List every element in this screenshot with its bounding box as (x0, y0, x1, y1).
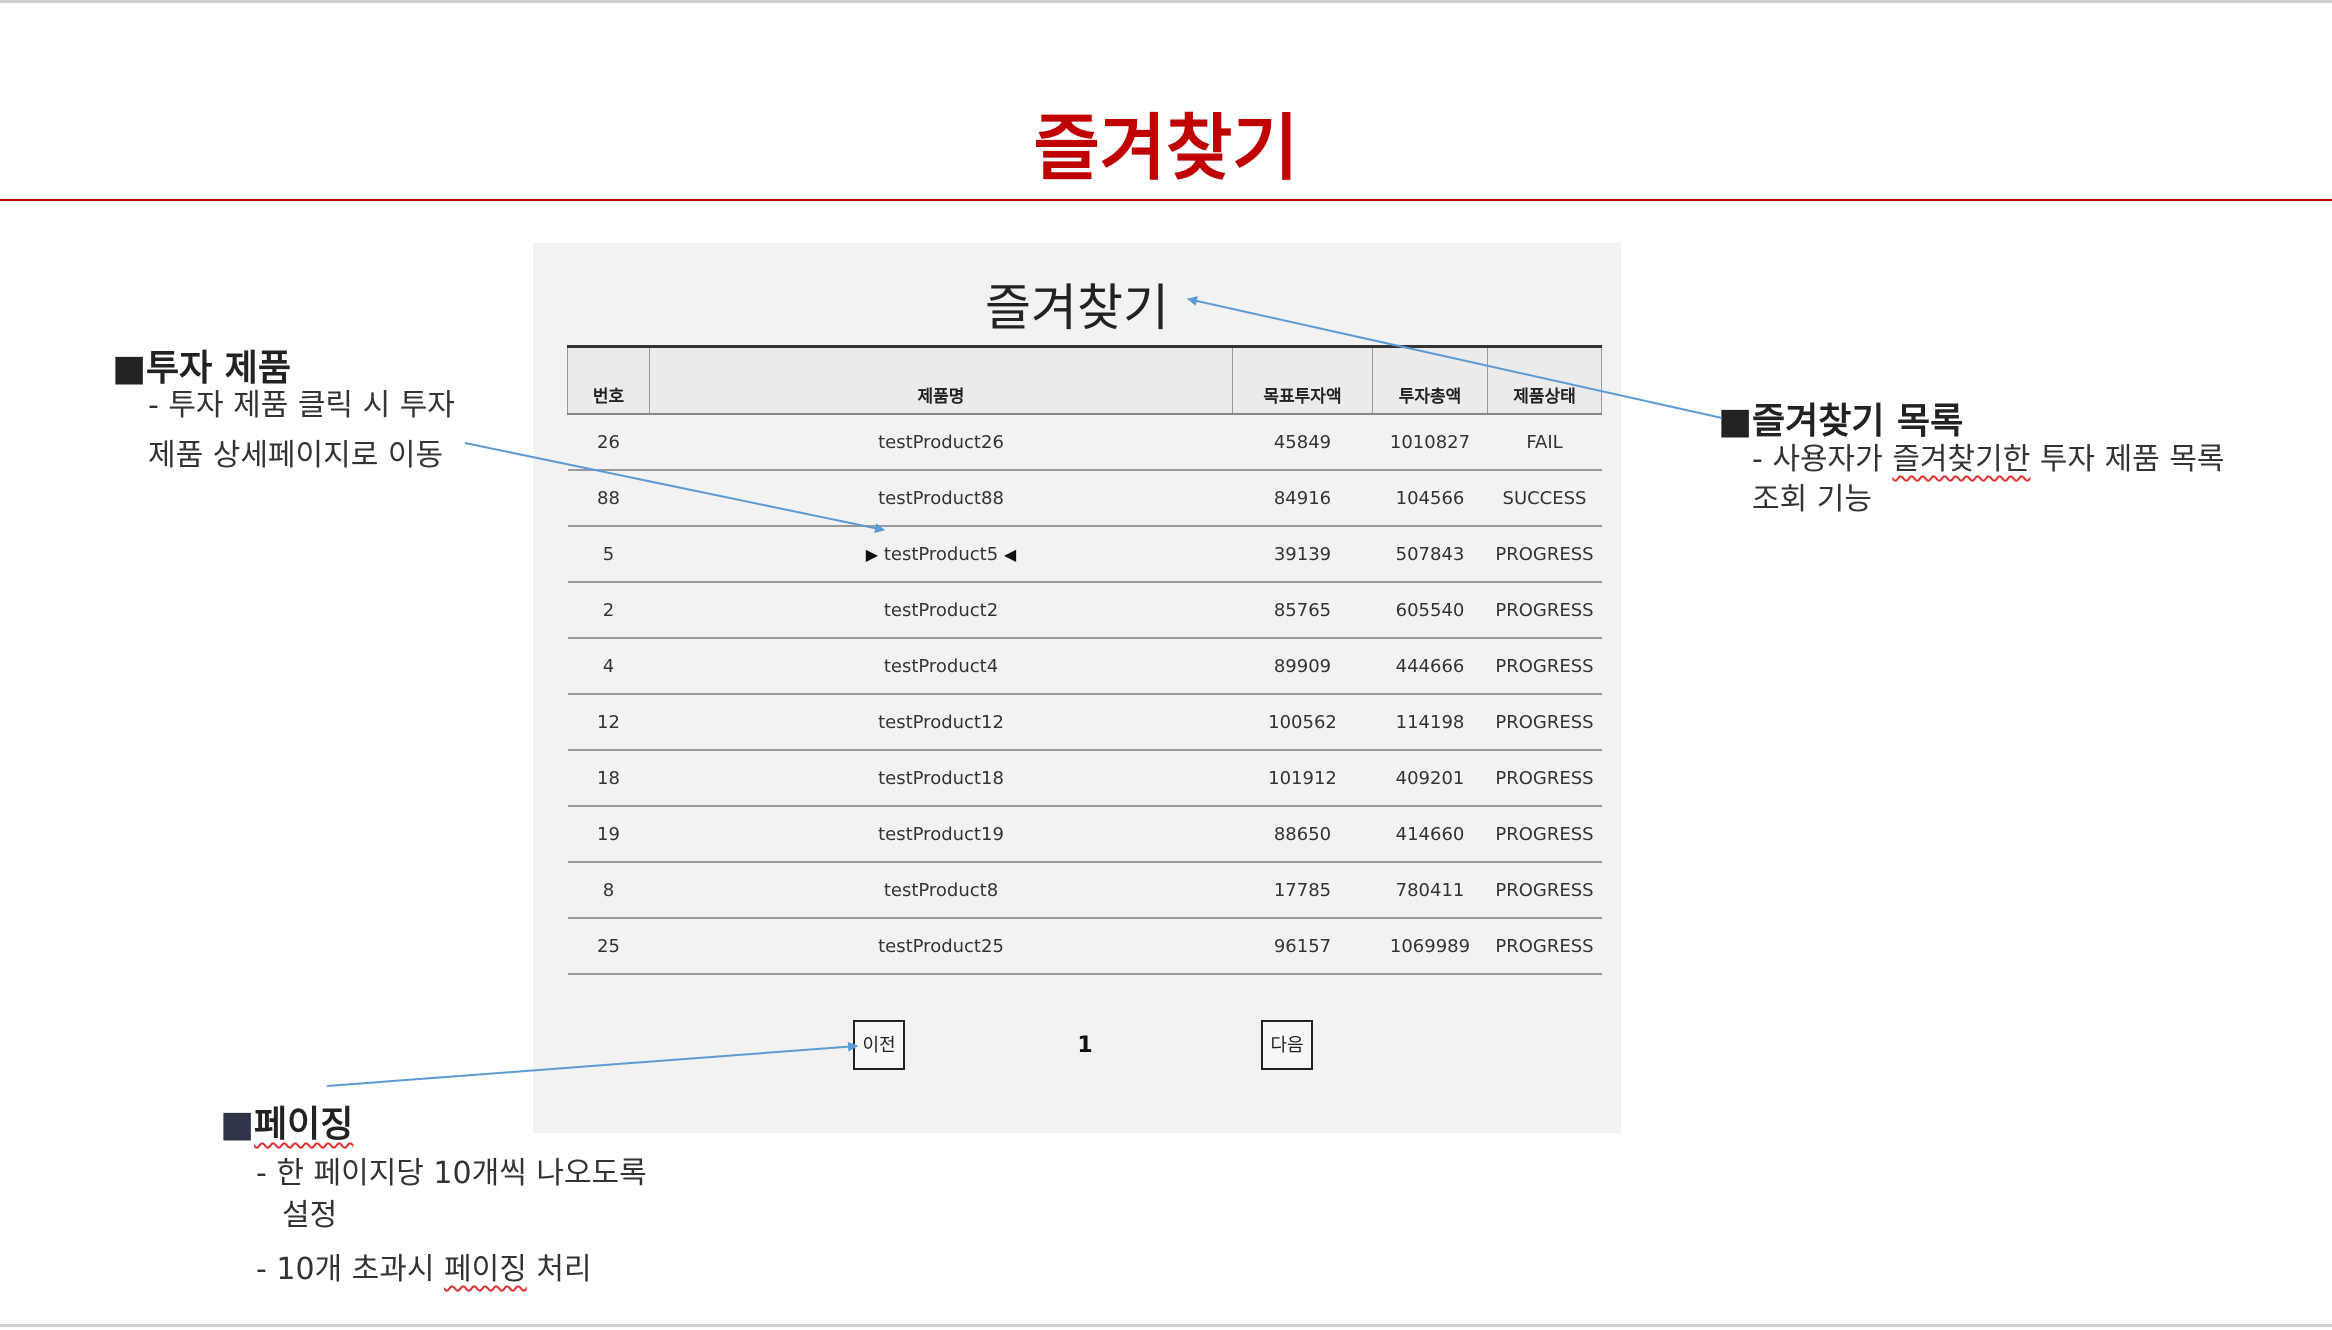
slide: 즐겨찾기 즐겨찾기 번호 제품명 목표투자액 투자총액 제품상태 26 test… (0, 0, 2332, 1327)
arrow-to-pager (326, 1041, 858, 1087)
arrow-to-product (464, 442, 885, 534)
arrow-to-title (1187, 296, 1723, 419)
callout-arrows (326, 296, 1723, 1087)
